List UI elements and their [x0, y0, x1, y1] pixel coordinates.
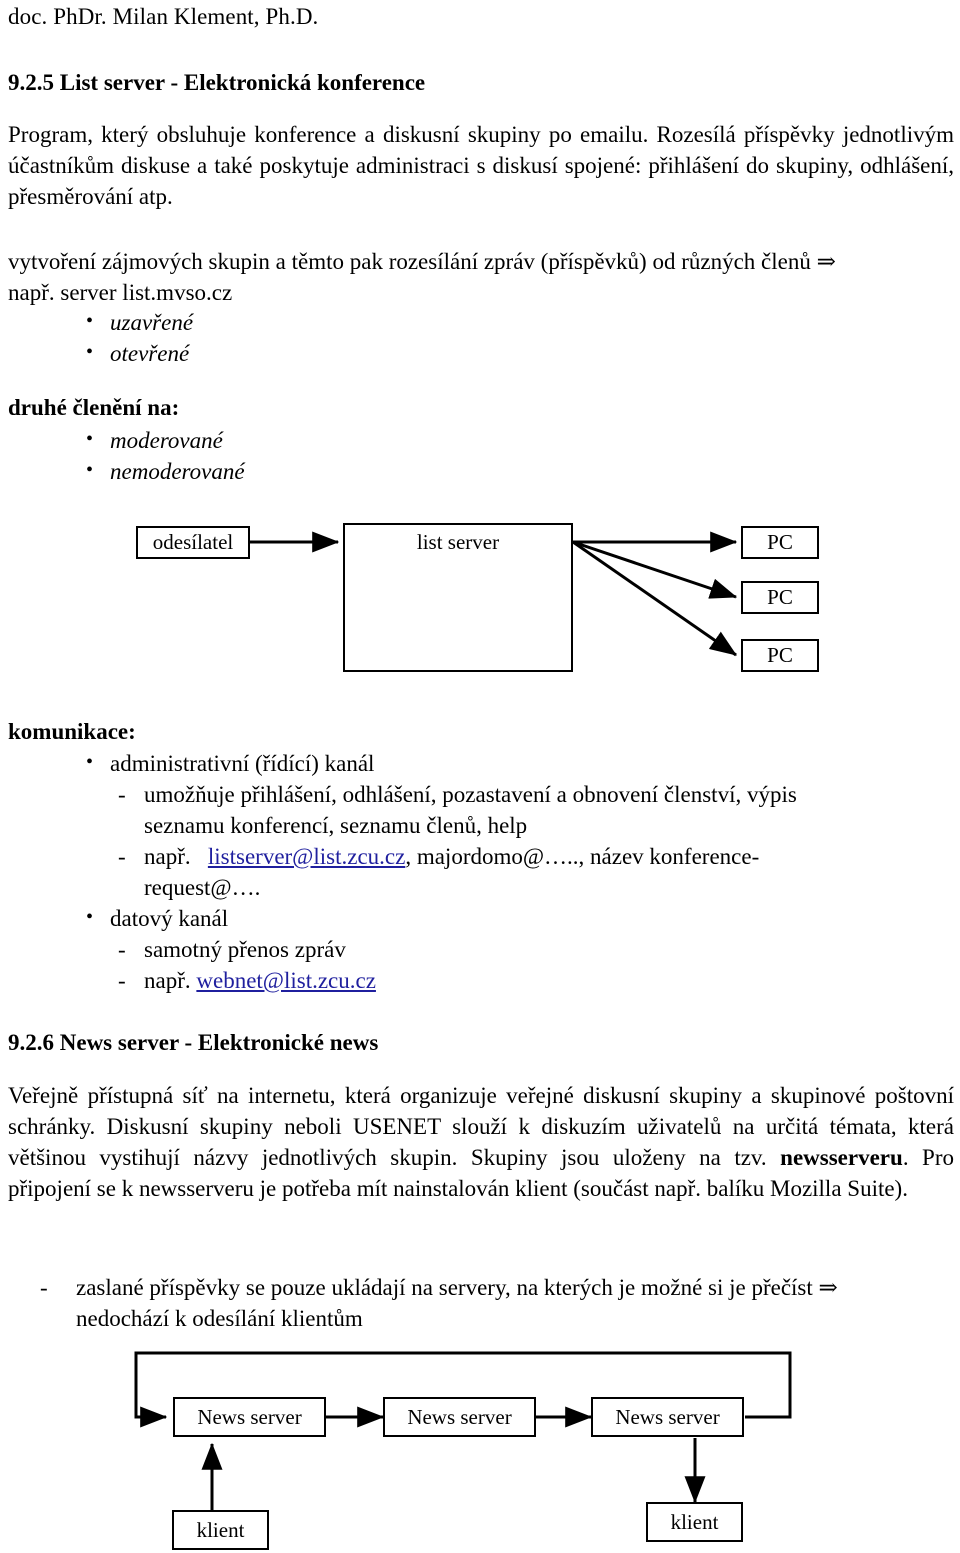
- diagram-box-pc-2: PC: [741, 581, 819, 614]
- vytvoreni-line-1: vytvoření zájmových skupin a těmto pak r…: [8, 249, 836, 274]
- diagram-box-list-server-label: list server: [416, 530, 500, 554]
- diagram-box-pc-3: PC: [741, 639, 819, 672]
- diagram-list-server: odesílatel list server PC PC PC: [0, 500, 960, 690]
- list-item: nemoderované: [78, 455, 245, 487]
- diagram-box-news-server-1: News server: [173, 1397, 326, 1437]
- document-page: doc. PhDr. Milan Klement, Ph.D. 9.2.5 Li…: [0, 0, 960, 1553]
- running-head: doc. PhDr. Milan Klement, Ph.D.: [8, 4, 319, 29]
- paragraph-zaslane-prispevky: zaslané příspěvky se pouze ukládají na s…: [40, 1272, 950, 1334]
- list-item: uzavřené: [78, 306, 193, 338]
- diagram-box-odesilatel-label: odesílatel: [152, 530, 234, 554]
- napr-prefix-2: např.: [144, 968, 191, 993]
- diagram-box-news-server-1-label: News server: [197, 1404, 302, 1429]
- paragraph-list-server-intro: Program, který obsluhuje konference a di…: [8, 122, 954, 209]
- paragraph-news-server: Veřejně přístupná síť na internetu, kter…: [8, 1080, 954, 1204]
- list-item-samotny-prenos: samotný přenos zpráv: [78, 934, 938, 965]
- label-druhe-cleneni: druhé členění na:: [8, 395, 180, 420]
- heading-9-2-5: 9.2.5 List server - Elektronická konfere…: [8, 70, 426, 95]
- vytvoreni-line-2: např. server list.mvso.cz: [8, 280, 233, 305]
- diagram-box-news-server-2-label: News server: [407, 1404, 512, 1429]
- diagram-news-server: News server News server News server klie…: [0, 1330, 960, 1553]
- napr-prefix: např.: [144, 844, 191, 869]
- diagram-box-klient-2: klient: [646, 1502, 743, 1542]
- diagram-box-klient-1: klient: [172, 1510, 269, 1550]
- list-item-napr-listserver: např. listserver@list.zcu.cz, majordomo@…: [78, 841, 938, 872]
- list-item-administrativni-kanal: administrativní (řídící) kanál: [78, 747, 938, 779]
- list-komunikace: administrativní (řídící) kanál umožňuje …: [78, 747, 938, 996]
- list-item-umoznuje-cont: seznamu konferencí, seznamu členů, help: [144, 813, 528, 838]
- diagram-box-klient-2-label: klient: [670, 1509, 719, 1534]
- list-item-umoznuje: umožňuje přihlášení, odhlášení, pozastav…: [78, 779, 938, 810]
- paragraph-news-server-bold: newsserveru: [780, 1145, 903, 1170]
- diagram-box-pc-1-label: PC: [767, 530, 793, 554]
- list-item-napr-webnet: např. webnet@list.zcu.cz: [78, 965, 938, 996]
- list-item: moderované: [78, 424, 245, 456]
- napr-rest: , majordomo@….., název konference-: [405, 844, 760, 869]
- list-typy-konferenci: uzavřené otevřené: [78, 306, 193, 369]
- arrow-server-to-pc-3: [572, 540, 737, 657]
- list-druhe-cleneni: moderované nemoderované: [78, 424, 245, 487]
- label-komunikace: komunikace:: [8, 719, 136, 744]
- diagram-box-pc-3-label: PC: [767, 643, 793, 667]
- heading-9-2-6: 9.2.6 News server - Elektronické news: [8, 1030, 379, 1055]
- list-item-request-cont: request@….: [144, 875, 261, 900]
- diagram-box-pc-2-label: PC: [767, 585, 793, 609]
- paragraph-vytvoreni: vytvoření zájmových skupin a těmto pak r…: [8, 246, 954, 308]
- diagram-box-news-server-3: News server: [591, 1397, 744, 1437]
- link-listserver-email[interactable]: listserver@list.zcu.cz: [208, 844, 405, 869]
- arrow-server-to-pc-2: [572, 540, 738, 599]
- diagram-box-klient-1-label: klient: [196, 1517, 245, 1542]
- zaslane-line-1: zaslané příspěvky se pouze ukládají na s…: [40, 1272, 950, 1303]
- diagram-box-pc-1: PC: [741, 526, 819, 559]
- list-item-datovy-kanal: datový kanál: [78, 902, 938, 934]
- diagram-box-list-server: list server: [343, 523, 573, 672]
- diagram-news-server-connectors: [134, 1351, 792, 1510]
- link-webnet-email[interactable]: webnet@list.zcu.cz: [196, 968, 376, 993]
- diagram-box-odesilatel: odesílatel: [136, 526, 250, 559]
- diagram-box-news-server-2: News server: [383, 1397, 536, 1437]
- diagram-box-news-server-3-label: News server: [615, 1404, 720, 1429]
- list-item: otevřené: [78, 337, 193, 369]
